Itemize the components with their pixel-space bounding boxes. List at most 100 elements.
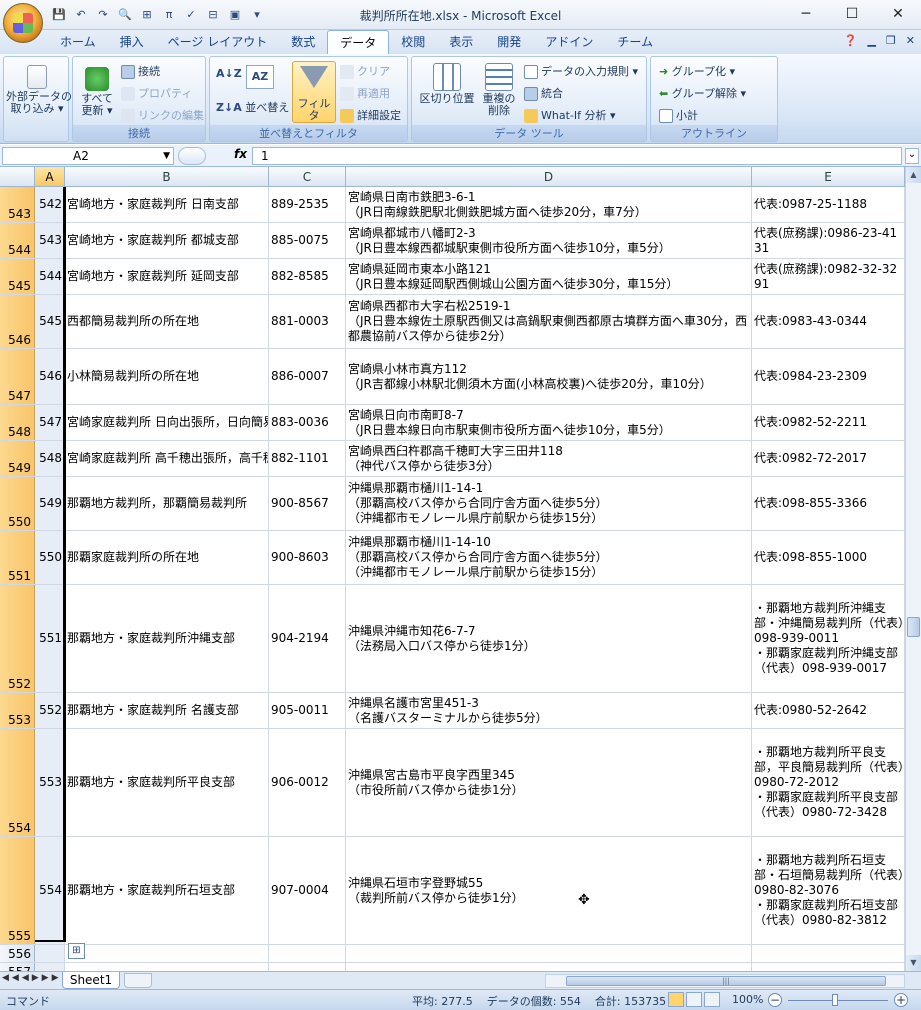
vertical-scrollbar[interactable]: ▲ ▼ bbox=[905, 167, 921, 971]
refresh-all-button[interactable]: すべて 更新 ▾ bbox=[77, 67, 117, 117]
cell-b[interactable]: 宮崎地方・家庭裁判所 延岡支部 bbox=[65, 259, 269, 294]
close-button[interactable]: ✕ bbox=[875, 0, 921, 28]
cell-c[interactable] bbox=[269, 945, 346, 962]
cell-b[interactable]: 宮崎地方・家庭裁判所 日南支部 bbox=[65, 187, 269, 222]
cell-c[interactable]: 907-0004 bbox=[269, 837, 346, 944]
column-header-b[interactable]: B bbox=[65, 167, 269, 187]
cell-d[interactable]: 沖縄県石垣市字登野城55 （裁判所前バス停から徒歩1分） bbox=[346, 837, 752, 944]
select-all-button[interactable] bbox=[0, 167, 35, 187]
cell-b[interactable]: 宮崎地方・家庭裁判所 都城支部 bbox=[65, 223, 269, 258]
cell-d[interactable] bbox=[346, 945, 752, 962]
ungroup-button[interactable]: ⬅ グループ解除 ▾ bbox=[659, 85, 746, 101]
cell-d[interactable]: 沖縄県宮古島市平良字西里345 （市役所前バス停から徒歩1分） bbox=[346, 729, 752, 836]
insert-function-icon[interactable]: fx bbox=[234, 147, 247, 161]
cell-c[interactable]: 904-2194 bbox=[269, 585, 346, 692]
cell-a[interactable]: 545 bbox=[35, 295, 65, 348]
cell-d[interactable] bbox=[346, 963, 752, 971]
tab-5[interactable]: 校閲 bbox=[389, 30, 437, 54]
tab-7[interactable]: 開発 bbox=[485, 30, 533, 54]
cell-c[interactable]: 889-2535 bbox=[269, 187, 346, 222]
expand-formula-bar-icon[interactable]: ⌄ bbox=[905, 148, 919, 164]
cell-a[interactable]: 552 bbox=[35, 693, 65, 728]
cell-d[interactable]: 宮崎県西臼杵郡高千穂町大字三田井118 （神代バス停から徒歩3分） bbox=[346, 441, 752, 476]
cell-a[interactable]: 548 bbox=[35, 441, 65, 476]
cell-a[interactable]: 542 bbox=[35, 187, 65, 222]
cell-e[interactable]: ・那覇地方裁判所平良支部，平良簡易裁判所（代表）0980-72-2012 ・那覇… bbox=[752, 729, 905, 836]
whatif-button[interactable]: What-If 分析 ▾ bbox=[524, 107, 616, 123]
help-icon[interactable]: ❓ bbox=[844, 34, 858, 47]
sheet-nav-icon[interactable]: ◀◀◀▶▶▶ bbox=[2, 973, 62, 983]
cell-a[interactable] bbox=[35, 963, 65, 971]
cell-e[interactable]: ・那覇地方裁判所沖縄支部・沖縄簡易裁判所（代表）098-939-0011 ・那覇… bbox=[752, 585, 905, 692]
cell-d[interactable]: 宮崎県延岡市東本小路121 （JR日豊本線延岡駅西側城山公園方面へ徒歩30分，車… bbox=[346, 259, 752, 294]
cell-a[interactable]: 543 bbox=[35, 223, 65, 258]
tab-4[interactable]: データ bbox=[327, 30, 390, 54]
cell-d[interactable]: 沖縄県沖縄市知花6-7-7 （法務局入口バス停から徒歩1分） bbox=[346, 585, 752, 692]
cell-e[interactable]: 代表:0984-23-2309 bbox=[752, 349, 905, 404]
row-header[interactable]: 551 bbox=[0, 531, 35, 584]
cell-d[interactable]: 宮崎県日南市鉄肥3-6-1 （JR日南線鉄肥駅北側鉄肥城方面へ徒歩20分，車7分… bbox=[346, 187, 752, 222]
tab-3[interactable]: 数式 bbox=[279, 30, 327, 54]
column-header-e[interactable]: E bbox=[752, 167, 905, 187]
cell-c[interactable]: 900-8603 bbox=[269, 531, 346, 584]
cell-c[interactable]: 886-0007 bbox=[269, 349, 346, 404]
data-validation-button[interactable]: データの入力規則 ▾ bbox=[524, 63, 638, 79]
chevron-down-icon[interactable]: ▼ bbox=[163, 148, 170, 164]
horizontal-scrollbar[interactable]: ||| bbox=[545, 974, 905, 988]
cell-a[interactable]: 547 bbox=[35, 405, 65, 440]
edit-links-button[interactable]: リンクの編集 bbox=[121, 107, 204, 123]
maximize-button[interactable]: ☐ bbox=[829, 0, 875, 28]
vertical-scroll-thumb[interactable] bbox=[907, 617, 920, 637]
cell-d[interactable]: 宮崎県小林市真方112 （JR吉都線小林駅北側須木方面(小林高校裏)へ徒歩20分… bbox=[346, 349, 752, 404]
cell-b[interactable]: 小林簡易裁判所の所在地 bbox=[65, 349, 269, 404]
cell-e[interactable]: 代表(庶務課):0982-32-3291 bbox=[752, 259, 905, 294]
cell-d[interactable]: 沖縄県那覇市樋川1-14-1 （那覇高校バス停から合同庁舎方面へ徒歩5分） （沖… bbox=[346, 477, 752, 530]
column-header-d[interactable]: D bbox=[346, 167, 752, 187]
row-header[interactable]: 554 bbox=[0, 729, 35, 836]
cell-e[interactable]: 代表(庶務課):0986-23-4131 bbox=[752, 223, 905, 258]
ribbon-minimize-icon[interactable]: ▁ bbox=[867, 34, 875, 47]
cell-c[interactable] bbox=[269, 963, 346, 971]
clear-filter-button[interactable]: クリア bbox=[340, 63, 390, 79]
external-data-button[interactable]: 外部データの 取り込み ▾ bbox=[6, 65, 72, 115]
cell-d[interactable]: 宮崎県都城市八幡町2-3 （JR日豊本線西都城駅東側市役所方面へ徒歩10分，車5… bbox=[346, 223, 752, 258]
cell-d[interactable]: 沖縄県那覇市樋川1-14-10 （那覇高校バス停から合同庁舎方面へ徒歩5分） （… bbox=[346, 531, 752, 584]
properties-button[interactable]: プロパティ bbox=[121, 85, 192, 101]
row-header[interactable]: 555 bbox=[0, 837, 35, 944]
column-header-a[interactable]: A bbox=[35, 167, 65, 187]
cell-b[interactable]: 那覇地方裁判所，那覇簡易裁判所 bbox=[65, 477, 269, 530]
tab-9[interactable]: チーム bbox=[605, 30, 665, 54]
filter-button[interactable]: フィルタ bbox=[292, 61, 336, 123]
subtotal-button[interactable]: 小計 bbox=[659, 107, 698, 123]
cell-a[interactable]: 554 bbox=[35, 837, 65, 944]
zoom-slider[interactable]: − + bbox=[768, 993, 908, 1007]
cell-c[interactable]: 905-0011 bbox=[269, 693, 346, 728]
row-header[interactable]: 548 bbox=[0, 405, 35, 440]
minimize-button[interactable]: ─ bbox=[783, 0, 829, 28]
cell-c[interactable]: 883-0036 bbox=[269, 405, 346, 440]
sheet-tab-sheet1[interactable]: Sheet1 bbox=[62, 972, 120, 989]
tab-8[interactable]: アドイン bbox=[533, 30, 605, 54]
row-header[interactable]: 556 bbox=[0, 945, 35, 962]
cell-c[interactable]: 881-0003 bbox=[269, 295, 346, 348]
remove-duplicates-button[interactable]: 重複の 削除 bbox=[478, 63, 520, 117]
cell-c[interactable]: 906-0012 bbox=[269, 729, 346, 836]
cell-c[interactable]: 885-0075 bbox=[269, 223, 346, 258]
cell-e[interactable]: ・那覇地方裁判所石垣支部・石垣簡易裁判所（代表）0980-82-3076 ・那覇… bbox=[752, 837, 905, 944]
row-header[interactable]: 549 bbox=[0, 441, 35, 476]
scroll-up-icon[interactable]: ▲ bbox=[906, 167, 921, 183]
cell-b[interactable]: 那覇地方・家庭裁判所 名護支部 bbox=[65, 693, 269, 728]
cell-d[interactable]: 宮崎県日向市南町8-7 （JR日豊本線日向市駅東側市役所方面へ徒歩10分，車5分… bbox=[346, 405, 752, 440]
connections-button[interactable]: 接続 bbox=[121, 63, 160, 79]
cell-a[interactable]: 550 bbox=[35, 531, 65, 584]
row-header[interactable]: 553 bbox=[0, 693, 35, 728]
cell-e[interactable]: 代表:098-855-1000 bbox=[752, 531, 905, 584]
row-header[interactable]: 557 bbox=[0, 963, 35, 971]
cell-e[interactable]: 代表:0983-43-0344 bbox=[752, 295, 905, 348]
group-button[interactable]: ➜ グループ化 ▾ bbox=[659, 63, 735, 79]
ribbon-restore-icon[interactable]: ❐ bbox=[886, 34, 896, 47]
tab-0[interactable]: ホーム bbox=[48, 30, 108, 54]
cell-e[interactable]: 代表:098-855-3366 bbox=[752, 477, 905, 530]
worksheet-grid[interactable]: A B C D E 543 542 宮崎地方・家庭裁判所 日南支部 889-2535 宮崎県日南市… bbox=[0, 167, 905, 971]
normal-view-icon[interactable] bbox=[668, 992, 684, 1007]
